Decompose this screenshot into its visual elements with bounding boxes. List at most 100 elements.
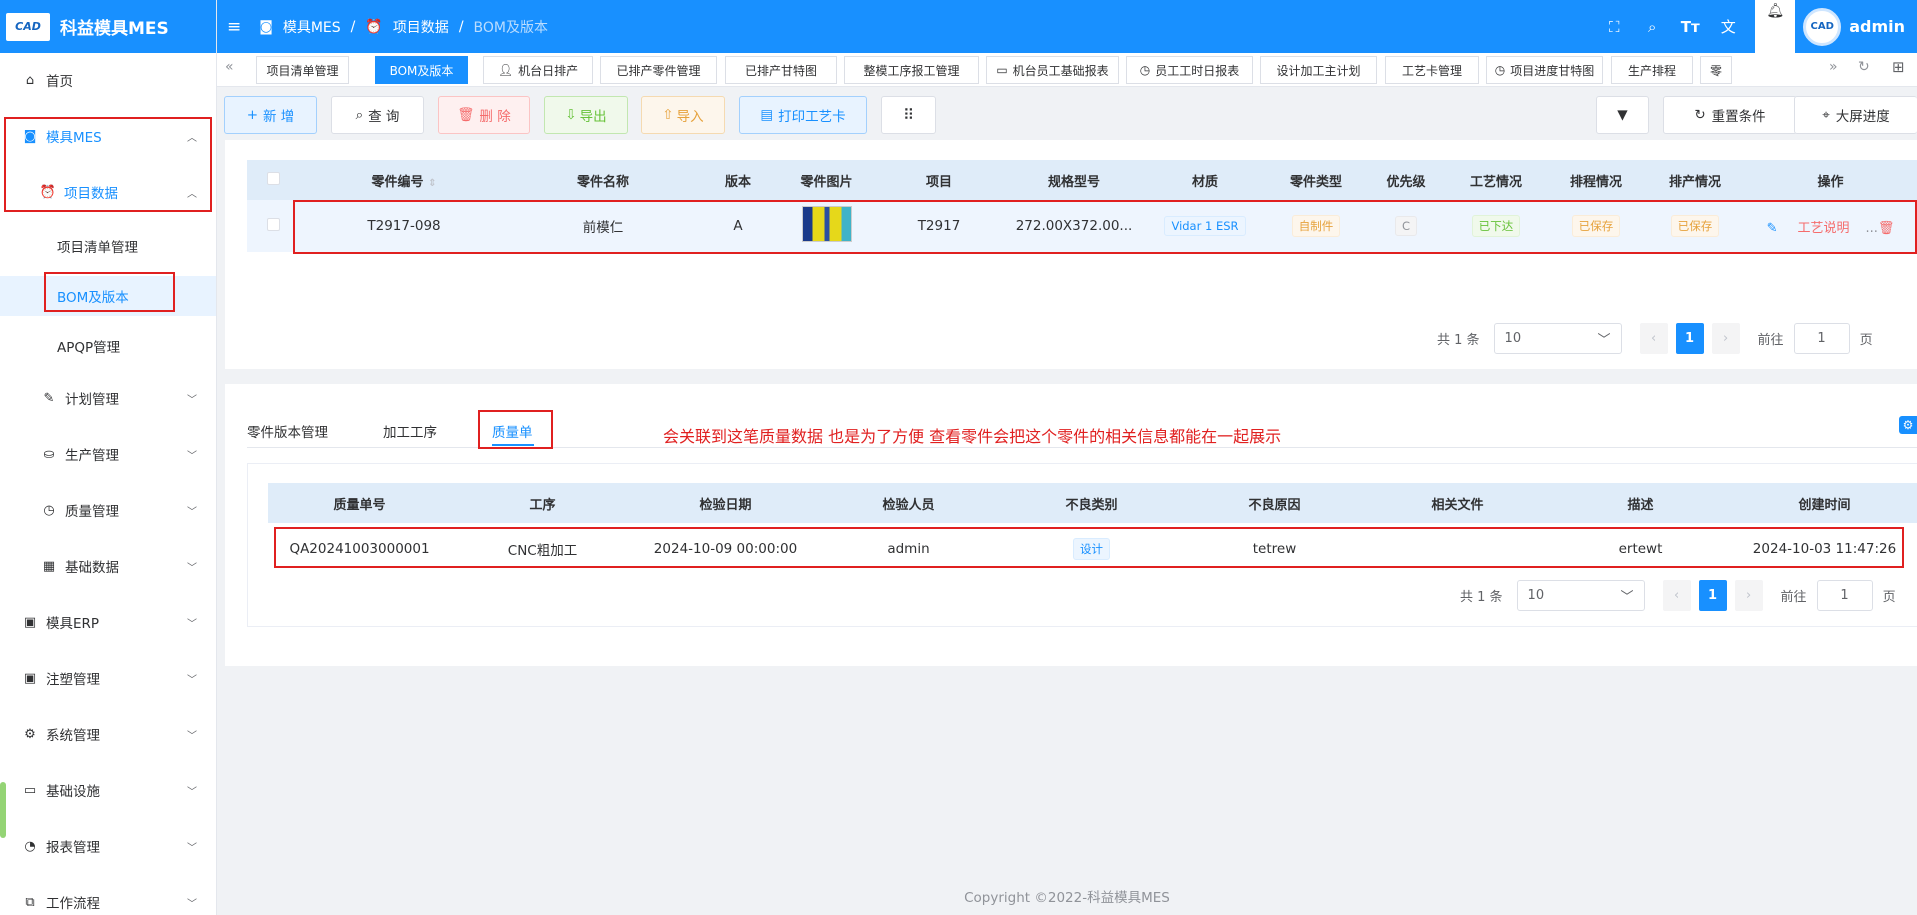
tab-mold-report[interactable]: 整模工序报工管理 bbox=[844, 56, 979, 84]
fullscreen-icon[interactable]: ⛶ bbox=[1595, 18, 1633, 36]
sidebar-item-label: 计划管理 bbox=[65, 392, 119, 408]
grid-menu-icon[interactable]: ⊞ bbox=[1892, 58, 1905, 76]
table-row[interactable]: QA20241003000001 CNC粗加工 2024-10-09 00:00… bbox=[268, 523, 1917, 575]
tab-design-plan[interactable]: 设计加工主计划 bbox=[1260, 56, 1377, 84]
bell-icon[interactable]: 🔔︎ bbox=[1755, 0, 1796, 53]
page-number[interactable]: 1 bbox=[1675, 323, 1704, 354]
breadcrumb-item[interactable]: 项目数据 bbox=[393, 17, 449, 37]
part-image-cell[interactable] bbox=[779, 200, 874, 252]
monitor-icon: ▭ bbox=[23, 782, 37, 798]
sidebar-item-label: 项目清单管理 bbox=[57, 240, 138, 256]
tab-scheduling[interactable]: 生产排程 bbox=[1611, 56, 1693, 84]
refresh-icon: ↻ bbox=[1694, 107, 1706, 123]
reset-button[interactable]: ↻ 重置条件 bbox=[1663, 96, 1797, 134]
tab-machine-daily[interactable]: 👤︎ 机台日排产 bbox=[483, 56, 593, 84]
page-size-select[interactable]: 10 ﹀ bbox=[1493, 323, 1622, 354]
tab-project-list[interactable]: 项目清单管理 bbox=[256, 56, 349, 84]
location-icon: ⌖ bbox=[1822, 107, 1830, 123]
clock-icon: ◷ bbox=[1494, 63, 1506, 77]
tab-bom[interactable]: BOM及版本 bbox=[375, 56, 468, 84]
trash-icon: 🗑︎ bbox=[457, 107, 475, 123]
sidebar-item-production[interactable]: ⛀ 生产管理 ﹀ bbox=[0, 434, 216, 474]
search-icon[interactable]: ⌕ bbox=[1633, 18, 1671, 36]
chevron-down-icon: ﹀ bbox=[187, 786, 197, 798]
select-all-checkbox[interactable] bbox=[247, 160, 299, 200]
gear-icon: ⚙ bbox=[24, 726, 36, 742]
sidebar-item-basic-data[interactable]: ▦ 基础数据 ﹀ bbox=[0, 546, 216, 586]
sidebar-item-label: 首页 bbox=[46, 74, 73, 90]
breadcrumb-item[interactable]: 模具MES bbox=[283, 17, 341, 37]
page-size-select[interactable]: 10 ﹀ bbox=[1516, 580, 1645, 611]
export-button[interactable]: ⇩ 导出 bbox=[544, 96, 628, 134]
sidebar-item-label: 模具MES bbox=[46, 130, 102, 146]
import-button[interactable]: ⇧ 导入 bbox=[641, 96, 725, 134]
sidebar-item-bom[interactable]: BOM及版本 bbox=[0, 276, 216, 316]
big-screen-button[interactable]: ⌖ 大屏进度 bbox=[1794, 96, 1917, 134]
process-note-link[interactable]: 工艺说明 bbox=[1797, 221, 1849, 236]
next-page-button[interactable]: › bbox=[1711, 323, 1740, 354]
font-size-icon[interactable]: Tт bbox=[1671, 18, 1709, 36]
columns-button[interactable]: ⠿ bbox=[881, 96, 936, 134]
print-card-button[interactable]: ▤ 打印工艺卡 bbox=[739, 96, 867, 134]
tab-staff-hours[interactable]: ◷ 员工工时日报表 bbox=[1126, 56, 1253, 84]
delete-button[interactable]: 🗑︎ 删 除 bbox=[438, 96, 530, 134]
sidebar-item-project-list[interactable]: 项目清单管理 bbox=[0, 226, 216, 266]
sidebar-item-mold-mes[interactable]: ◙ 模具MES ︿ bbox=[0, 116, 216, 156]
more-button[interactable]: ... bbox=[1866, 221, 1878, 236]
app-logo[interactable]: CAD 科益模具MES bbox=[0, 0, 216, 53]
sidebar-item-workflow[interactable]: ⧉ 工作流程 ﹀ bbox=[0, 882, 216, 915]
tab-quality[interactable]: 质量单 bbox=[492, 421, 533, 441]
page-number[interactable]: 1 bbox=[1698, 580, 1727, 611]
settings-gear-icon[interactable]: ⚙ bbox=[1899, 416, 1917, 434]
chevron-down-icon: ﹀ bbox=[1597, 333, 1611, 348]
app-title: 科益模具MES bbox=[60, 19, 169, 39]
dropdown-button[interactable]: ▼ bbox=[1596, 96, 1649, 134]
sidebar-item-home[interactable]: ⌂ 首页 bbox=[0, 60, 216, 100]
related-file-cell[interactable] bbox=[1366, 523, 1549, 575]
goto-page-input[interactable]: 1 bbox=[1816, 580, 1873, 611]
column-header[interactable]: 零件编号 ⇕ bbox=[299, 160, 509, 200]
sidebar-item-system[interactable]: ⚙ 系统管理 ﹀ bbox=[0, 714, 216, 754]
tab-part-version[interactable]: 零件版本管理 bbox=[247, 421, 328, 441]
calendar-icon: ▦ bbox=[42, 558, 56, 574]
column-header: 项目 bbox=[874, 160, 1004, 200]
sidebar-item-injection[interactable]: ▣ 注塑管理 ﹀ bbox=[0, 658, 216, 698]
sidebar-item-label: 生产管理 bbox=[65, 448, 119, 464]
sidebar-item-project-data[interactable]: ⏰ 项目数据 ︿ bbox=[0, 172, 216, 212]
part-thumbnail[interactable] bbox=[801, 206, 852, 242]
camera-icon: ◙ bbox=[259, 18, 273, 35]
flow-icon: ⧉ bbox=[25, 894, 35, 910]
sidebar-item-infrastructure[interactable]: ▭ 基础设施 ﹀ bbox=[0, 770, 216, 810]
sidebar-item-apqp[interactable]: APQP管理 bbox=[0, 326, 216, 366]
sort-icon[interactable]: ⇕ bbox=[428, 178, 436, 189]
table-row[interactable]: T2917-098 前模仁 A T2917 272.00X372.00... V… bbox=[247, 200, 1917, 252]
scroll-indicator[interactable] bbox=[0, 782, 6, 838]
goto-page-input[interactable]: 1 bbox=[1793, 323, 1850, 354]
row-checkbox[interactable] bbox=[247, 200, 299, 252]
scroll-left-icon[interactable]: « bbox=[225, 59, 234, 75]
hamburger-icon[interactable]: ≡ bbox=[227, 17, 241, 37]
refresh-icon[interactable]: ↻ bbox=[1858, 59, 1870, 75]
tab-process[interactable]: 加工工序 bbox=[383, 421, 437, 441]
chevron-down-icon: ﹀ bbox=[187, 674, 197, 686]
edit-icon[interactable]: ✎ bbox=[1767, 221, 1778, 236]
tab-progress-gantt[interactable]: ◷ 项目进度甘特图 bbox=[1486, 56, 1603, 84]
sidebar-item-quality[interactable]: ◷ 质量管理 ﹀ bbox=[0, 490, 216, 530]
prev-page-button[interactable]: ‹ bbox=[1662, 580, 1691, 611]
sidebar-item-plan[interactable]: ✎ 计划管理 ﹀ bbox=[0, 378, 216, 418]
tab-process-card[interactable]: 工艺卡管理 bbox=[1385, 56, 1479, 84]
sidebar-item-reports[interactable]: ◔ 报表管理 ﹀ bbox=[0, 826, 216, 866]
sidebar-item-mold-erp[interactable]: ▣ 模具ERP ﹀ bbox=[0, 602, 216, 642]
add-button[interactable]: + 新 增 bbox=[224, 96, 317, 134]
tab-overflow[interactable]: 零 bbox=[1700, 56, 1732, 84]
prev-page-button[interactable]: ‹ bbox=[1639, 323, 1668, 354]
next-page-button[interactable]: › bbox=[1734, 580, 1763, 611]
scroll-right-icon[interactable]: » bbox=[1829, 59, 1838, 75]
query-button[interactable]: ⌕ 查 询 bbox=[331, 96, 424, 134]
trash-icon[interactable]: 🗑︎ bbox=[1878, 221, 1895, 236]
translate-icon[interactable]: 文 bbox=[1709, 16, 1747, 37]
user-menu[interactable]: CAD admin bbox=[1803, 7, 1917, 46]
tab-scheduled-parts[interactable]: 已排产零件管理 bbox=[600, 56, 717, 84]
tab-machine-staff-report[interactable]: ▭ 机台员工基础报表 bbox=[986, 56, 1119, 84]
tab-gantt[interactable]: 已排产甘特图 bbox=[725, 56, 837, 84]
